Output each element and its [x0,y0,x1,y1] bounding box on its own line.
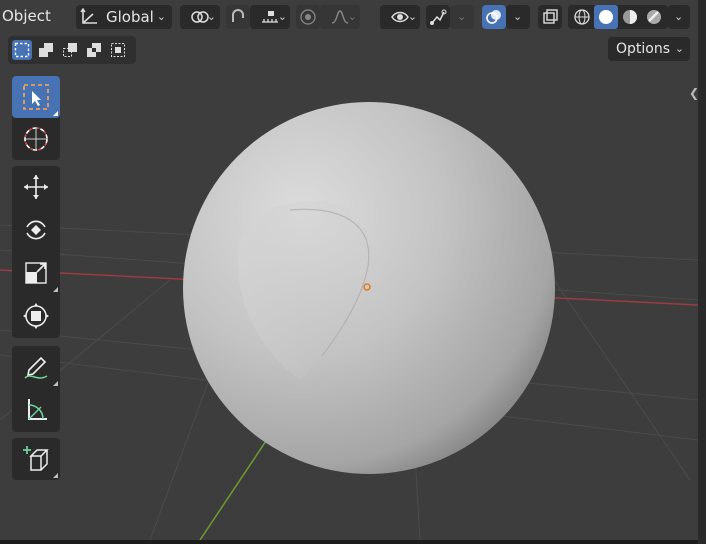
overlays-dropdown[interactable]: ⌄ [506,5,530,29]
select-box-icon [23,84,49,110]
select-extend-icon [39,43,53,57]
chevron-down-icon: ⌄ [347,10,357,23]
toolbar-group-annotate [12,346,60,432]
overlays-toggle[interactable] [482,5,506,29]
add-cube-icon [23,446,49,471]
sphere-object[interactable] [183,102,555,474]
tool-transform[interactable] [12,295,60,337]
select-set-icon [14,42,30,58]
visibility-dropdown[interactable]: ⌄ [380,5,420,29]
transform-orientation-dropdown[interactable]: Global ⌄ [76,5,172,29]
chevron-down-icon: ⌄ [457,10,467,23]
shading-mode-group [568,5,668,29]
transform-icon [23,303,49,329]
toolbar-group-transform [12,166,60,338]
tool-annotate[interactable] [12,346,60,388]
toolbar-group-add [12,438,60,480]
solid-shading-icon[interactable] [594,5,618,29]
select-difference-icon [87,43,101,57]
region-divider [698,0,706,544]
toolbar-group-select [12,76,60,160]
tool-measure[interactable] [12,389,60,431]
shading-dropdown[interactable]: ⌄ [668,5,690,29]
move-icon [24,175,48,199]
scale-icon [25,262,47,284]
viewport-scene[interactable] [0,0,698,540]
tool-rotate[interactable] [12,209,60,251]
gizmo-dropdown[interactable]: ⌄ [450,5,474,29]
chevron-down-icon: ⌄ [407,10,417,23]
viewport-header: Object Global ⌄ ⌄ ⌄ ⌄ ⌄ ⌄ ⌄ ⌄ [0,0,698,34]
3d-viewport[interactable]: Object Global ⌄ ⌄ ⌄ ⌄ ⌄ ⌄ ⌄ ⌄ Options ⌄ [0,0,698,540]
tool-add-cube[interactable] [12,438,60,480]
overlays-icon [485,8,503,26]
chevron-down-icon: ⌄ [206,10,216,23]
tool-move[interactable] [12,166,60,208]
cursor-icon [24,127,48,151]
chevron-down-icon: ⌄ [513,10,523,23]
proportional-editing-toggle[interactable] [296,5,320,29]
material-preview-shading-icon[interactable] [618,5,642,29]
snap-target-dropdown[interactable]: ⌄ [250,5,290,29]
tool-cursor[interactable] [12,118,60,160]
rendered-shading-icon[interactable] [642,5,666,29]
chevron-down-icon: ⌄ [156,10,166,23]
select-intersect-icon [111,43,125,57]
options-label: Options [616,41,671,57]
pivot-point-dropdown[interactable]: ⌄ [180,5,220,29]
transform-orientation-icon [80,8,100,26]
chevron-down-icon: ⌄ [674,42,684,55]
select-mode-set[interactable] [12,40,32,60]
proportional-falloff-dropdown[interactable]: ⌄ [320,5,360,29]
select-mode-subtract[interactable] [60,40,80,60]
select-subtract-icon [63,43,77,57]
select-mode-intersect[interactable] [108,40,128,60]
snap-toggle[interactable] [226,5,250,29]
select-mode-difference[interactable] [84,40,104,60]
rotate-icon [26,220,46,240]
measure-icon [28,399,47,420]
tool-select-box[interactable] [12,76,60,118]
wireframe-shading-icon[interactable] [570,5,594,29]
gizmo-toggle[interactable] [426,5,450,29]
xray-toggle[interactable] [538,5,562,29]
annotate-icon [24,356,48,379]
chevron-down-icon: ⌄ [674,10,684,23]
proportional-editing-icon [299,8,317,26]
selection-mode-group [8,36,136,64]
xray-icon [541,8,559,26]
gizmo-icon [429,8,447,26]
chevron-down-icon: ⌄ [277,10,287,23]
transform-orientation-label: Global [106,8,154,26]
interaction-mode-label[interactable]: Object [2,7,51,25]
select-mode-extend[interactable] [36,40,56,60]
options-dropdown[interactable]: Options ⌄ [608,37,690,61]
snap-magnet-icon [229,8,247,26]
sidebar-toggle-arrow-icon[interactable]: ❮ [689,86,698,100]
tool-scale[interactable] [12,252,60,294]
